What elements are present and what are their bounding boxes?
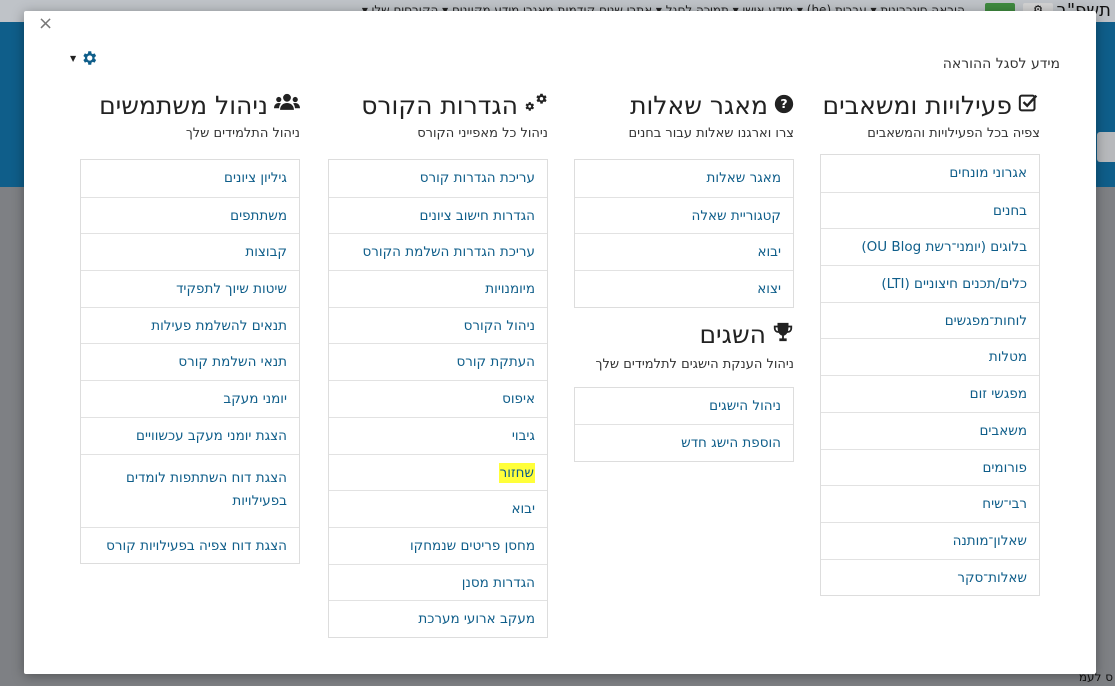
- activity-link[interactable]: פורומים: [821, 448, 1039, 486]
- restore-link[interactable]: שחזור: [329, 453, 547, 491]
- questions-title: מאגר שאלות: [630, 91, 768, 120]
- caret-down-icon: ▼: [70, 53, 77, 63]
- question-link[interactable]: יבוא: [575, 233, 793, 270]
- course-setting-link[interactable]: מעקב ארועי מערכת: [329, 600, 547, 637]
- gear-icon: [83, 51, 97, 65]
- course-settings-subtitle: ניהול כל מאפייני הקורס: [417, 126, 548, 141]
- course-setting-link[interactable]: עריכת הגדרות קורס: [329, 160, 547, 197]
- teacher-info-modal: × ▼ מידע לסגל ההוראה פעילויות ומשאבים צפ…: [24, 11, 1096, 674]
- gear-menu-button[interactable]: ▼: [70, 49, 98, 67]
- user-management-link[interactable]: הצגת דוח צפיה בפעילויות קורס: [81, 526, 299, 564]
- activities-subtitle: צפיה בכל הפעילויות והמשאבים: [867, 126, 1040, 141]
- user-management-link[interactable]: קבוצות: [81, 233, 299, 270]
- question-link[interactable]: קטגוריית שאלה: [575, 196, 793, 234]
- badges-section: השגים ניהול הענקת הישגים לתלמידים שלך ני…: [574, 320, 794, 463]
- question-circle-icon: ?: [774, 91, 794, 120]
- user-management-link[interactable]: שיטות שיוך לתפקיד: [81, 270, 299, 307]
- activity-link[interactable]: משאבים: [821, 411, 1039, 449]
- activity-link[interactable]: מפגשי זום: [821, 375, 1039, 412]
- close-icon[interactable]: ×: [38, 15, 53, 33]
- course-setting-link[interactable]: עריכת הגדרות השלמת הקורס: [329, 233, 547, 270]
- badges-list: ניהול הישגים הוספת הישג חדש: [574, 386, 794, 463]
- activity-link[interactable]: רבי־שיח: [821, 485, 1039, 522]
- badge-link[interactable]: הוספת הישג חדש: [575, 424, 793, 461]
- badges-title: השגים: [699, 319, 766, 349]
- user-management-link[interactable]: תנאים להשלמת פעילות: [81, 306, 299, 344]
- users-heading: ניהול משתמשים: [80, 91, 300, 120]
- svg-text:?: ?: [780, 96, 787, 111]
- user-management-link[interactable]: משתתפים: [81, 196, 299, 234]
- trophy-icon: [772, 320, 794, 349]
- course-setting-link[interactable]: מיומנויות: [329, 270, 547, 307]
- badge-link[interactable]: ניהול הישגים: [575, 388, 793, 425]
- user-management-link[interactable]: גיליון ציונים: [81, 160, 299, 197]
- question-link[interactable]: מאגר שאלות: [575, 160, 793, 197]
- users-title: ניהול משתמשים: [99, 91, 268, 120]
- course-setting-link[interactable]: הגדרות חישוב ציונים: [329, 196, 547, 234]
- badges-subtitle: ניהול הענקת הישגים לתלמידים שלך: [595, 356, 794, 372]
- question-link[interactable]: יצוא: [575, 270, 793, 307]
- activities-section: פעילויות ומשאבים צפיה בכל הפעילויות והמש…: [820, 91, 1040, 597]
- cogs-icon: [524, 91, 548, 120]
- course-setting-link[interactable]: איפוס: [329, 380, 547, 417]
- activity-link[interactable]: כלים/תכנים חיצוניים (LTI): [821, 265, 1039, 302]
- course-settings-section: הגדרות הקורס ניהול כל מאפייני הקורס עריכ…: [328, 91, 548, 638]
- users-subtitle: ניהול התלמידים שלך: [185, 126, 300, 141]
- user-management-link[interactable]: תנאי השלמת קורס: [81, 343, 299, 380]
- activity-link[interactable]: לוחות־מפגשים: [821, 301, 1039, 339]
- course-setting-link[interactable]: הגדרות מסנן: [329, 563, 547, 601]
- questions-heading: ? מאגר שאלות: [574, 91, 794, 120]
- course-settings-title: הגדרות הקורס: [361, 91, 518, 120]
- questions-section: ? מאגר שאלות צרו וארגנו שאלות עבור בחנים…: [574, 91, 794, 463]
- activity-link[interactable]: בלוגים (יומני־רשת OU Blog): [821, 228, 1039, 265]
- user-management-link[interactable]: הצגת יומני מעקב עכשוויים: [81, 416, 299, 454]
- users-section: ניהול משתמשים ניהול התלמידים שלך גיליון …: [80, 91, 300, 565]
- course-setting-link[interactable]: גיבוי: [329, 416, 547, 454]
- activities-heading: פעילויות ומשאבים: [820, 91, 1040, 120]
- user-management-link[interactable]: הצגת דוח השתתפות לומדים בפעילויות: [81, 453, 299, 527]
- questions-list: מאגר שאלות קטגוריית שאלה יבוא יצוא: [574, 159, 794, 308]
- course-setting-link[interactable]: העתקת קורס: [329, 343, 547, 380]
- users-icon: [274, 91, 300, 120]
- course-setting-link[interactable]: מחסן פריטים שנמחקו: [329, 526, 547, 564]
- check-square-icon: [1018, 91, 1040, 120]
- user-management-link[interactable]: יומני מעקב: [81, 380, 299, 417]
- background-side-button: [1097, 132, 1115, 162]
- activities-list: אגרוני מונחים בחנים בלוגים (יומני־רשת OU…: [820, 154, 1040, 597]
- course-settings-heading: הגדרות הקורס: [328, 91, 548, 120]
- activities-title: פעילויות ומשאבים: [822, 91, 1012, 120]
- activity-link[interactable]: מטלות: [821, 338, 1039, 375]
- activity-link[interactable]: שאלון־מותנה: [821, 521, 1039, 559]
- modal-title: מידע לסגל ההוראה: [942, 56, 1060, 72]
- restore-label-highlighted: שחזור: [498, 462, 535, 483]
- activity-link[interactable]: אגרוני מונחים: [821, 155, 1039, 192]
- course-settings-list: עריכת הגדרות קורס הגדרות חישוב ציונים ער…: [328, 159, 548, 638]
- activity-link[interactable]: שאלות־סקר: [821, 558, 1039, 596]
- questions-subtitle: צרו וארגנו שאלות עבור בחנים: [628, 126, 794, 141]
- course-setting-link[interactable]: ניהול הקורס: [329, 306, 547, 344]
- activity-link[interactable]: בחנים: [821, 191, 1039, 229]
- badges-heading: השגים: [574, 320, 794, 349]
- course-setting-link[interactable]: יבוא: [329, 490, 547, 527]
- users-list: גיליון ציונים משתתפים קבוצות שיטות שיוך …: [80, 159, 300, 565]
